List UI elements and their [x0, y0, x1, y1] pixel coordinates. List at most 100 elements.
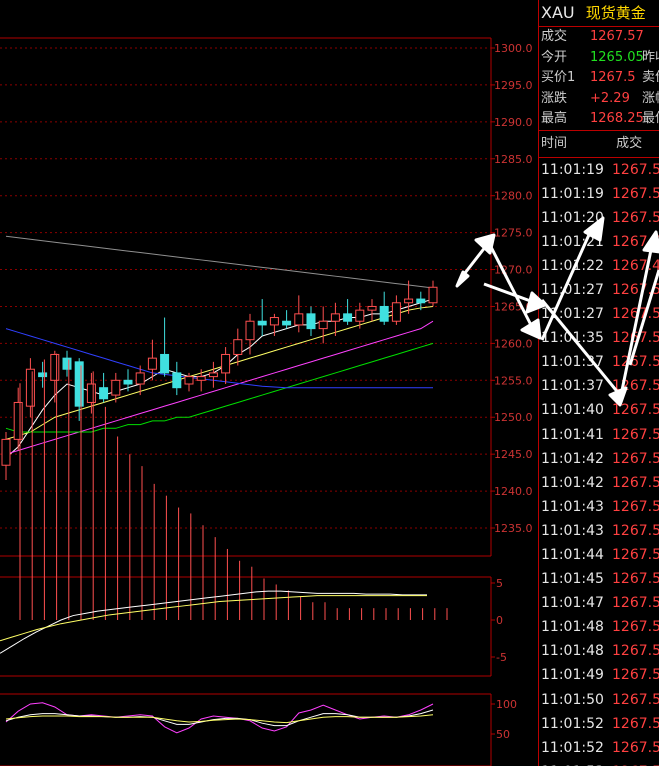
- tick-row[interactable]: 11:01:41 1267.5: [539, 423, 659, 447]
- candle-body: [74, 361, 84, 407]
- y-tick-label: 1260.0: [494, 337, 533, 350]
- candle-body: [86, 383, 96, 403]
- tick-row[interactable]: 11:01:50 1267.5: [539, 688, 659, 712]
- tick-row[interactable]: 11:01:48 1267.5: [539, 639, 659, 663]
- tick-time: 11:01:49: [541, 667, 604, 684]
- candle-body: [404, 298, 414, 304]
- ticks-header-price: 成交: [616, 135, 643, 151]
- y-tick-label: 1290.0: [494, 116, 533, 129]
- y-tick-label: 1300.0: [494, 42, 533, 55]
- candle-body: [343, 313, 353, 322]
- tick-price: 1267.5: [612, 571, 659, 588]
- y-tick-label: 0: [496, 614, 503, 627]
- tick-row[interactable]: 11:01:47 1267.5: [539, 591, 659, 615]
- tick-time: 11:01:21: [541, 233, 604, 250]
- tick-row[interactable]: 11:01:49 1267.5: [539, 663, 659, 687]
- tick-time: 11:01:53: [541, 760, 612, 766]
- tick-row[interactable]: 11:01:531267.5: [539, 760, 659, 766]
- tick-row[interactable]: 11:01:48 1267.5: [539, 615, 659, 639]
- candle-body: [282, 320, 292, 326]
- tick-time: 11:01:37: [541, 354, 604, 371]
- tick-time: 11:01:47: [541, 595, 604, 612]
- candle-body: [391, 302, 401, 322]
- y-tick-label: -5: [496, 651, 507, 664]
- tick-row[interactable]: 11:01:22 1267.4: [539, 254, 659, 278]
- tick-row[interactable]: 11:01:35 1267.5: [539, 326, 659, 350]
- tick-time: 11:01:52: [541, 715, 604, 732]
- tick-row[interactable]: 11:01:44 1267.5: [539, 543, 659, 567]
- symbol-name: 现货黄金: [585, 4, 646, 22]
- tick-price: 1267.5: [612, 354, 659, 371]
- tick-row[interactable]: 11:01:21 1267.5: [539, 230, 659, 254]
- y-tick-label: 100: [496, 698, 517, 711]
- candle-body: [294, 313, 304, 326]
- quote-value: 1268.25: [590, 111, 644, 126]
- candle-body: [318, 320, 328, 330]
- macd-line: [0, 590, 427, 654]
- macd-line: [0, 595, 427, 642]
- candle-body: [306, 313, 316, 330]
- tick-row[interactable]: 11:01:27 1267.5: [539, 302, 659, 326]
- tick-row[interactable]: 11:01:45 1267.5: [539, 567, 659, 591]
- tick-price: 1267.5: [612, 595, 659, 612]
- candle-body: [147, 357, 157, 370]
- tick-price: 1267.5: [612, 426, 659, 443]
- tick-row[interactable]: 11:01:37 1267.5: [539, 374, 659, 398]
- tick-row[interactable]: 11:01:20 1267.5: [539, 206, 659, 230]
- ticks-header-time: 时间: [541, 135, 568, 151]
- tick-time: 11:01:52: [541, 739, 604, 756]
- tick-row[interactable]: 11:01:52 1267.5: [539, 736, 659, 760]
- tick-row[interactable]: 11:01:52 1267.5: [539, 712, 659, 736]
- tick-row[interactable]: 11:01:43 1267.5: [539, 519, 659, 543]
- candle-body: [355, 309, 365, 322]
- y-tick-label: 1275.0: [494, 227, 533, 240]
- main-chart-svg[interactable]: 1300.0 1295.0 1290.0 1285.0 1280.0 1275.0 1270…: [0, 0, 538, 766]
- candle-body: [1, 438, 11, 466]
- tick-row[interactable]: 11:01:42 1267.5: [539, 447, 659, 471]
- candle-body: [25, 368, 35, 407]
- tick-price: 1267.5: [612, 474, 659, 491]
- tick-row[interactable]: 11:01:19 1267.5: [539, 182, 659, 206]
- tick-row[interactable]: 11:01:40 1267.5: [539, 398, 659, 422]
- tick-price: 1267.5: [612, 209, 659, 226]
- tick-row[interactable]: 11:01:19 1267.5: [539, 158, 659, 182]
- y-tick-label: 1280.0: [494, 190, 533, 203]
- quote-label: 今开: [541, 49, 568, 65]
- y-tick-label: 1255.0: [494, 374, 533, 387]
- candle-body: [123, 379, 133, 385]
- quote-value: +2.29: [590, 90, 630, 106]
- quote-extra-label: 卖价: [642, 70, 659, 85]
- chart-area[interactable]: 1300.0 1295.0 1290.0 1285.0 1280.0 1275.0 1270…: [0, 0, 538, 766]
- tick-time: 11:01:43: [541, 522, 604, 539]
- tick-row[interactable]: 11:01:42 1267.5: [539, 471, 659, 495]
- ticks-list[interactable]: 11:01:19 1267.5 11:01:19 1267.5 11:01:20 1267…: [539, 158, 659, 766]
- candle-body: [135, 372, 145, 385]
- quote-row: 成交 1267.57: [539, 27, 659, 48]
- candle-body: [269, 317, 279, 326]
- tick-row[interactable]: 11:01:43 1267.5: [539, 495, 659, 519]
- tick-price: 1267.5: [612, 760, 659, 766]
- quote-value: 1267.57: [590, 29, 644, 44]
- candle-body: [50, 353, 60, 381]
- tick-price: 1267.5: [612, 185, 659, 202]
- tick-price: 1267.5: [612, 739, 659, 756]
- symbol-bar: XAU 现货黄金: [539, 0, 659, 27]
- symbol-code: XAU: [541, 3, 575, 22]
- y-tick-label: 1265.0: [494, 300, 533, 313]
- tick-row[interactable]: 11:01:37 1267.5: [539, 350, 659, 374]
- y-tick-label: 1250.0: [494, 411, 533, 424]
- candle-body: [208, 372, 218, 378]
- candle-body: [428, 286, 438, 304]
- tick-price: 1267.5: [612, 643, 659, 660]
- tick-time: 11:01:22: [541, 257, 604, 274]
- candle-body: [221, 353, 231, 374]
- quote-label: 买价1: [541, 70, 576, 85]
- y-tick-label: 50: [496, 728, 510, 741]
- tick-price: 1267.5: [612, 547, 659, 563]
- quote-label: 涨跌: [541, 90, 568, 106]
- tick-time: 11:01:40: [541, 402, 604, 419]
- ticks-header: 时间 成交: [539, 129, 659, 158]
- tick-time: 11:01:45: [541, 571, 604, 588]
- tick-time: 11:01:19: [541, 185, 604, 202]
- tick-row[interactable]: 11:01:27 1267.5: [539, 278, 659, 302]
